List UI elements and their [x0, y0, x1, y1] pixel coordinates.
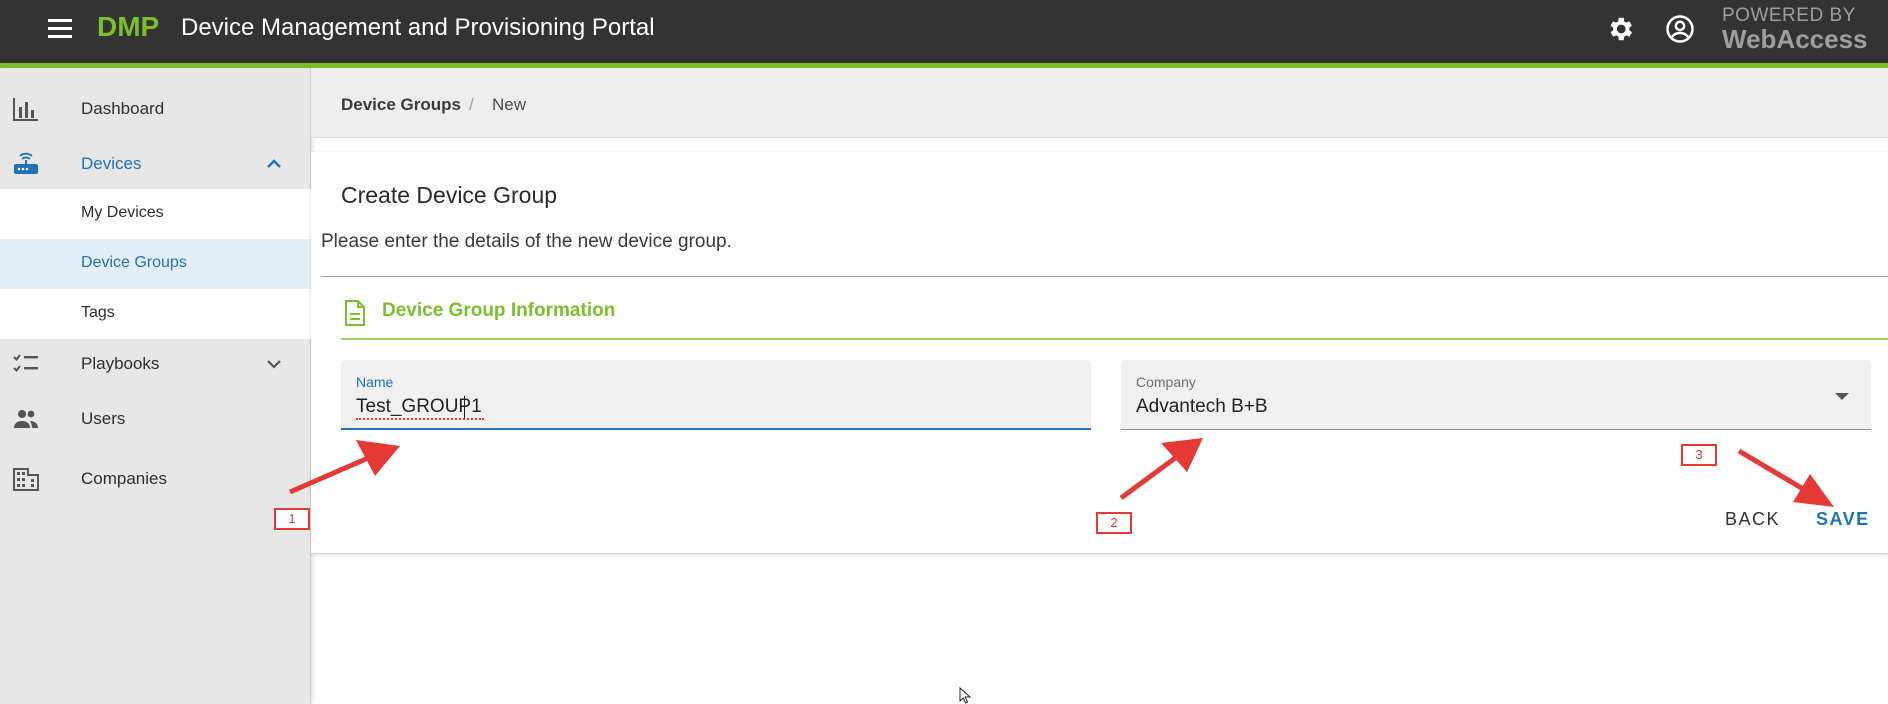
bar-chart-icon	[13, 98, 38, 121]
section-title: Device Group Information	[382, 300, 616, 321]
sidebar-item-devices[interactable]: Devices	[0, 139, 311, 189]
sidebar-item-device-groups[interactable]: Device Groups	[0, 239, 311, 289]
sidebar-item-dashboard[interactable]: Dashboard	[0, 84, 311, 134]
users-icon	[14, 410, 38, 428]
menu-icon[interactable]	[48, 19, 74, 39]
document-icon	[345, 300, 365, 326]
settings-gear-icon[interactable]	[1605, 14, 1635, 44]
breadcrumb: Device Groups / New	[311, 68, 1888, 138]
chevron-up-icon[interactable]	[264, 154, 284, 174]
divider	[321, 276, 1888, 277]
sidebar-item-label: My Devices	[81, 204, 164, 221]
text-cursor	[464, 396, 465, 418]
app-title: Device Management and Provisioning Porta…	[181, 14, 655, 41]
dropdown-arrow-icon[interactable]	[1835, 393, 1849, 400]
sidebar-item-label: Device Groups	[81, 254, 187, 271]
mouse-pointer-icon	[959, 687, 971, 704]
sidebar-item-label: Users	[81, 409, 126, 428]
save-button[interactable]: SAVE	[1816, 509, 1870, 530]
breadcrumb-separator: /	[469, 95, 474, 114]
company-selected-value[interactable]: Advantech B+B	[1136, 396, 1268, 418]
annotation-label-1: 1	[274, 508, 310, 530]
checklist-icon	[13, 354, 38, 373]
company-field-label: Company	[1136, 374, 1196, 390]
brand-logo: DMP	[97, 11, 160, 42]
name-field-label: Name	[356, 374, 394, 390]
sidebar: Dashboard Devices My Devices Device Grou…	[0, 68, 311, 704]
sidebar-item-label: Playbooks	[81, 354, 160, 373]
create-group-card: Create Device Group Please enter the det…	[311, 152, 1888, 554]
name-field[interactable]: Name Test_GROUP1	[341, 360, 1091, 430]
back-button[interactable]: BACK	[1725, 509, 1780, 530]
sidebar-item-companies[interactable]: Companies	[0, 454, 311, 504]
sidebar-item-users[interactable]: Users	[0, 394, 311, 444]
sidebar-item-label: Tags	[81, 304, 115, 321]
chevron-down-icon[interactable]	[264, 354, 284, 374]
breadcrumb-link-device-groups[interactable]: Device Groups	[341, 95, 461, 115]
page-title: Create Device Group	[341, 182, 558, 208]
annotation-label-3: 3	[1681, 444, 1717, 466]
annotation-label-2: 2	[1096, 512, 1132, 534]
building-icon	[13, 468, 39, 491]
sidebar-item-label: Devices	[81, 154, 142, 173]
sidebar-item-label: Dashboard	[81, 99, 165, 118]
company-select[interactable]: Company Advantech B+B	[1121, 360, 1871, 430]
router-icon	[14, 152, 38, 174]
breadcrumb-current: New	[492, 95, 527, 114]
page-description: Please enter the details of the new devi…	[321, 231, 732, 252]
sidebar-item-label: Companies	[81, 469, 167, 488]
top-app-bar: DMP Device Management and Provisioning P…	[0, 0, 1888, 63]
section-divider	[341, 338, 1888, 340]
powered-by-text: POWERED BY	[1722, 5, 1856, 26]
webaccess-text: WebAccess	[1722, 24, 1868, 54]
sidebar-item-my-devices[interactable]: My Devices	[0, 189, 311, 239]
powered-by-logo: POWERED BY WebAccess	[1722, 6, 1868, 52]
account-circle-icon[interactable]	[1665, 14, 1695, 44]
sidebar-item-tags[interactable]: Tags	[0, 289, 311, 339]
sidebar-item-playbooks[interactable]: Playbooks	[0, 339, 311, 389]
